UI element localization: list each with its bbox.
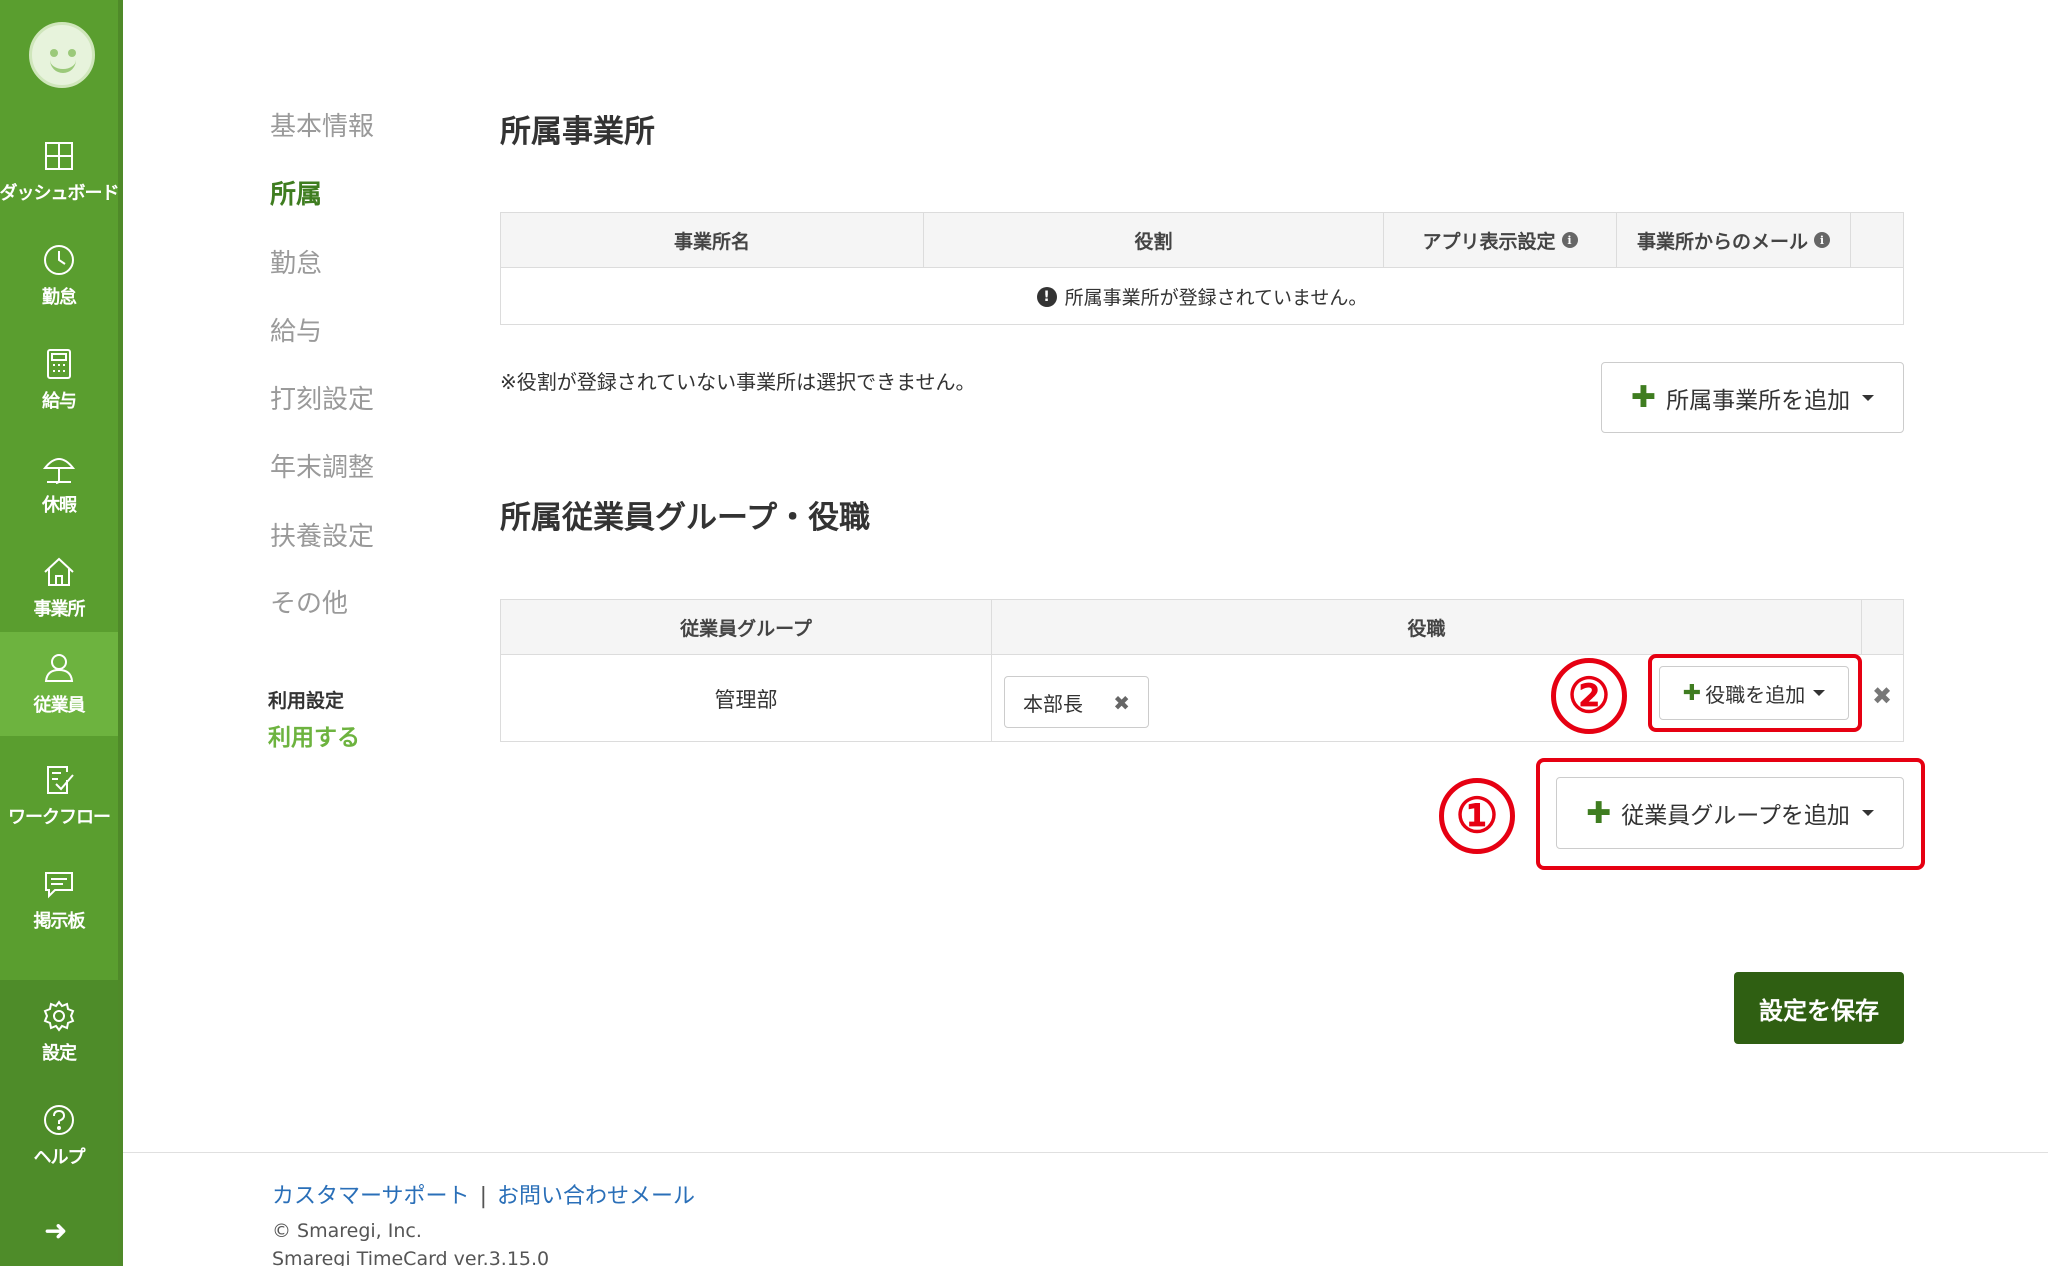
subnav-item-payroll[interactable]: 給与 (270, 311, 322, 348)
sidebar-item-label: 休暇 (42, 495, 77, 516)
usage-setting-value: 利用する (268, 725, 360, 751)
sidebar-item-label: 勤怠 (42, 287, 77, 308)
add-office-button[interactable]: ✚ 所属事業所を追加 (1601, 362, 1904, 433)
sidebar-item-office[interactable]: 事業所 (0, 536, 118, 640)
caret-down-icon (1862, 394, 1875, 401)
footer-links: カスタマーサポート | お問い合わせメール (272, 1178, 695, 1210)
subnav-item-stamp-settings[interactable]: 打刻設定 (270, 379, 374, 416)
version: Smaregi TimeCard ver.3.15.0 (272, 1248, 550, 1266)
footer-divider (123, 1152, 2048, 1153)
dashboard-icon (45, 142, 73, 170)
copyright: © Smaregi, Inc. (272, 1220, 422, 1242)
column-office-name: 事業所名 (673, 230, 750, 253)
marker-1: ① (1439, 778, 1515, 854)
sidebar-item-label: 掲示板 (33, 911, 86, 932)
column-divider (1850, 213, 1851, 267)
subnav-item-attendance[interactable]: 勤怠 (270, 243, 322, 280)
info-icon[interactable]: i (1814, 232, 1830, 248)
subnav-item-affiliation[interactable]: 所属 (270, 174, 322, 211)
sidebar-item-bulletin[interactable]: 掲示板 (0, 848, 118, 952)
office-table: 事業所名 役割 アプリ表示設定 i 事業所からのメール i ! 所属事業所が登録… (500, 212, 1904, 325)
workflow-icon (47, 766, 74, 794)
sidebar-item-label: ワークフロー (8, 807, 111, 828)
home-icon (44, 557, 74, 586)
sidebar-item-label: ヘルプ (33, 1147, 86, 1168)
umbrella-icon (42, 458, 76, 484)
sidebar-item-employee[interactable]: 従業員 (0, 632, 118, 736)
sidebar-item-payroll[interactable]: 給与 (0, 328, 118, 432)
sidebar-item-settings[interactable]: 設定 (0, 980, 118, 1084)
customer-support-link[interactable]: カスタマーサポート (272, 1184, 470, 1209)
sidebar-item-dashboard[interactable]: ダッシュボード (0, 120, 120, 224)
sidebar-item-attendance[interactable]: 勤怠 (0, 224, 118, 328)
position-tag: 本部長 ✖ (1004, 676, 1149, 728)
office-table-header: 事業所名 役割 アプリ表示設定 i 事業所からのメール i (501, 213, 1903, 268)
group-table-header: 従業員グループ 役職 (501, 600, 1903, 655)
column-employee-group: 従業員グループ (680, 617, 812, 640)
sidebar-edge (118, 0, 123, 1266)
column-app-display-label: アプリ表示設定 (1422, 230, 1556, 253)
help-icon (44, 1105, 74, 1135)
highlight-add-position (1648, 654, 1862, 732)
user-icon (44, 654, 74, 682)
office-section-title: 所属事業所 (500, 114, 655, 150)
subnav-item-dependents[interactable]: 扶養設定 (270, 516, 374, 553)
column-app-display: アプリ表示設定 i (1384, 213, 1616, 267)
logo-icon[interactable] (29, 22, 95, 88)
office-note: ※役割が登録されていない事業所は選択できません。 (500, 370, 976, 394)
save-settings-button[interactable]: 設定を保存 (1734, 972, 1904, 1044)
sidebar-item-vacation[interactable]: 休暇 (0, 432, 118, 536)
sidebar-item-label: 給与 (42, 391, 77, 412)
group-section-title: 所属従業員グループ・役職 (500, 500, 871, 536)
remove-position-icon[interactable]: ✖ (1113, 691, 1130, 715)
remove-group-icon[interactable]: ✖ (1872, 682, 1892, 710)
column-divider (1861, 600, 1862, 654)
calculator-icon (47, 349, 71, 379)
sidebar-item-help[interactable]: ヘルプ (0, 1084, 118, 1188)
logo-eye-right (68, 49, 76, 57)
clock-icon (44, 245, 74, 275)
position-tag-label: 本部長 (1023, 691, 1083, 716)
sidebar: ダッシュボード 勤怠 給与 休暇 事業所 従業員 ワークフロー 掲示板 設定 ヘ… (0, 0, 123, 1266)
empty-message: ! 所属事業所が登録されていません。 (501, 268, 1903, 325)
sidebar-item-label: 事業所 (33, 599, 86, 620)
plus-icon: ✚ (1630, 380, 1657, 415)
column-office-mail-label: 事業所からのメール (1636, 230, 1808, 253)
logo-eye-left (50, 49, 58, 57)
sidebar-item-label: ダッシュボード (0, 183, 120, 204)
chat-icon (45, 872, 73, 899)
collapse-arrow-icon[interactable]: ➜ (44, 1214, 67, 1247)
sidebar-item-workflow[interactable]: ワークフロー (0, 744, 118, 848)
contact-mail-link[interactable]: お問い合わせメール (497, 1184, 695, 1209)
marker-2: ② (1551, 658, 1627, 734)
logo-mouth (50, 59, 76, 73)
gear-icon (43, 1000, 75, 1032)
add-office-button-label: 所属事業所を追加 (1666, 387, 1851, 414)
subnav-item-year-end[interactable]: 年末調整 (270, 447, 374, 484)
office-table-empty-row: ! 所属事業所が登録されていません。 (501, 268, 1903, 325)
highlight-add-group (1536, 758, 1925, 870)
info-icon[interactable]: i (1561, 232, 1578, 248)
footer-separator: | (479, 1184, 487, 1209)
column-role: 役割 (1134, 230, 1173, 253)
exclamation-icon: ! (1036, 286, 1057, 307)
sidebar-item-label: 従業員 (33, 695, 86, 716)
column-position: 役職 (1407, 617, 1446, 640)
subnav-item-basic-info[interactable]: 基本情報 (270, 106, 374, 143)
subnav-item-other[interactable]: その他 (270, 583, 348, 620)
column-divider (991, 655, 992, 742)
column-office-mail: 事業所からのメール i (1617, 213, 1850, 267)
empty-message-text: 所属事業所が登録されていません。 (1064, 287, 1368, 309)
usage-setting-label: 利用設定 (268, 690, 345, 712)
group-name: 管理部 (714, 687, 778, 712)
sidebar-item-label: 設定 (42, 1043, 77, 1064)
